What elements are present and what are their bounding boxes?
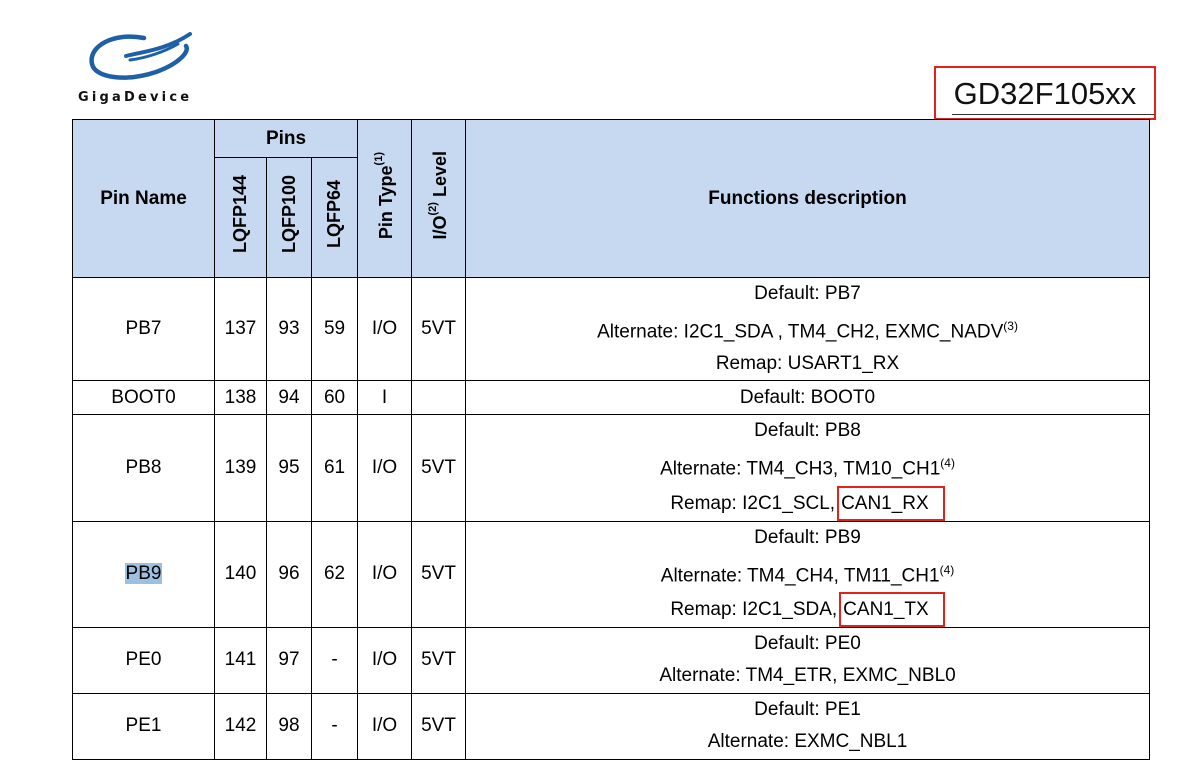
io-level-value xyxy=(411,380,467,416)
footnote-ref: (4) xyxy=(940,456,955,471)
table-row: PE0 141 97 - I/O 5VT Default: PE0 Altern… xyxy=(72,626,1151,694)
default-function: Default: PE1 xyxy=(754,699,861,721)
io-level-value: 5VT xyxy=(411,626,467,694)
header-lqfp144: LQFP144 xyxy=(214,157,267,278)
default-function: Default: PB7 xyxy=(754,283,861,304)
alternate-function: Alternate: EXMC_NBL1 xyxy=(707,731,908,753)
table-row: PB7 137 93 59 I/O 5VT Default: PB7 Alter… xyxy=(72,276,1151,382)
lqfp64-value: - xyxy=(310,692,359,760)
io-level-value: 5VT xyxy=(411,414,467,522)
lqfp100-value: 97 xyxy=(266,626,312,694)
table-row: PB9 140 96 62 I/O 5VT Default: PB9 Alter… xyxy=(72,520,1151,628)
lqfp64-value: - xyxy=(310,626,359,694)
remap-function: Remap: I2C1_SDA, CAN1_TX xyxy=(466,591,1149,627)
table-row: PB8 139 95 61 I/O 5VT Default: PB8 Alter… xyxy=(72,414,1151,522)
pin-name: BOOT0 xyxy=(72,380,215,416)
lqfp144-value: 137 xyxy=(214,276,267,382)
pin-name: PE1 xyxy=(72,692,215,760)
lqfp144-value: 138 xyxy=(214,380,267,416)
lqfp100-value: 96 xyxy=(266,520,312,628)
pin-type-value: I/O xyxy=(357,692,413,760)
document-title: GD32F105xx xyxy=(934,66,1156,120)
pin-type-value: I xyxy=(357,380,413,416)
function-description: Default: PB8 Alternate: TM4_CH3, TM10_CH… xyxy=(465,414,1151,522)
alternate-function: Alternate: TM4_CH3, TM10_CH1(4) xyxy=(660,456,955,480)
default-function: Default: PB8 xyxy=(754,420,861,442)
lqfp144-value: 142 xyxy=(214,692,267,760)
pin-name: PB7 xyxy=(72,276,215,382)
footnote-ref: (3) xyxy=(1003,319,1018,333)
function-description: Default: PE1 Alternate: EXMC_NBL1 xyxy=(465,692,1151,760)
lqfp100-value: 95 xyxy=(266,414,312,522)
alternate-function: Alternate: TM4_CH4, TM11_CH1(4) xyxy=(660,562,955,586)
pin-name: PE0 xyxy=(72,626,215,694)
lqfp100-value: 98 xyxy=(266,692,312,760)
gigadevice-logo: GigaDevice xyxy=(78,30,208,110)
function-description: Default: PE0 Alternate: TM4_ETR, EXMC_NB… xyxy=(465,626,1151,694)
io-level-value: 5VT xyxy=(411,692,467,760)
alternate-function: Alternate: TM4_ETR, EXMC_NBL0 xyxy=(659,665,956,687)
pin-type-value: I/O xyxy=(357,520,413,628)
lqfp144-value: 141 xyxy=(214,626,267,694)
header-pin-name: Pin Name xyxy=(72,119,215,278)
logo-swoosh-icon xyxy=(89,32,192,80)
lqfp144-value: 139 xyxy=(214,414,267,522)
lqfp100-value: 93 xyxy=(266,276,312,382)
lqfp100-value: 94 xyxy=(266,380,312,416)
pin-type-value: I/O xyxy=(357,414,413,522)
header-pin-type: Pin Type(1) xyxy=(357,119,413,278)
selected-text-highlight[interactable]: PB9 xyxy=(124,563,163,585)
pin-type-value: I/O xyxy=(357,276,413,382)
io-level-value: 5VT xyxy=(411,276,467,382)
footnote-ref: (4) xyxy=(939,562,955,577)
table-row: PE1 142 98 - I/O 5VT Default: PE1 Altern… xyxy=(72,692,1151,760)
io-level-value: 5VT xyxy=(411,520,467,628)
lqfp64-value: 62 xyxy=(310,520,359,628)
lqfp64-value: 61 xyxy=(310,414,359,522)
highlighted-remap-can1-rx: CAN1_RX xyxy=(837,485,945,521)
lqfp64-value: 59 xyxy=(310,276,359,382)
header-functions: Functions description xyxy=(465,119,1151,278)
logo-wordmark: GigaDevice xyxy=(78,90,193,105)
remap-function: Remap: USART1_RX xyxy=(715,353,900,375)
pin-name: PB9 xyxy=(72,520,215,628)
lqfp64-value: 60 xyxy=(310,380,359,416)
header-lqfp100: LQFP100 xyxy=(266,157,312,278)
table-row: BOOT0 138 94 60 I Default: BOOT0 xyxy=(72,380,1151,416)
default-function: Default: PE0 xyxy=(754,633,861,655)
alternate-function: Alternate: I2C1_SDA , TM4_CH2, EXMC_NADV… xyxy=(597,319,1018,343)
header-lqfp64: LQFP64 xyxy=(310,157,359,278)
default-function: Default: BOOT0 xyxy=(739,386,876,408)
pin-type-value: I/O xyxy=(357,626,413,694)
function-description: Default: PB7 Alternate: I2C1_SDA , TM4_C… xyxy=(465,276,1151,382)
function-description: Default: BOOT0 xyxy=(465,380,1151,416)
default-function: Default: PB9 xyxy=(754,526,861,548)
remap-function: Remap: I2C1_SCL, CAN1_RX xyxy=(466,485,1149,521)
function-description: Default: PB9 Alternate: TM4_CH4, TM11_CH… xyxy=(465,520,1151,628)
lqfp144-value: 140 xyxy=(214,520,267,628)
highlighted-remap-can1-tx: CAN1_TX xyxy=(839,591,945,627)
pin-name: PB8 xyxy=(72,414,215,522)
pin-definition-table: Pin Name Pins Pin Type(1) I/O(2) Level F… xyxy=(72,119,1151,760)
header-io-level: I/O(2) Level xyxy=(411,119,467,278)
header-pins: Pins xyxy=(213,119,359,158)
